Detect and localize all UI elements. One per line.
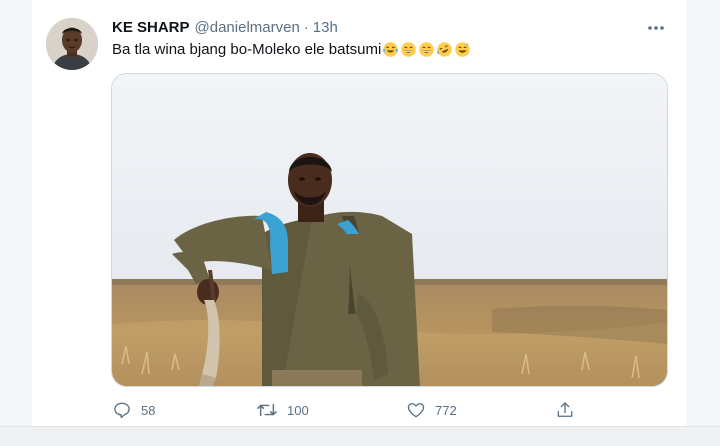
grinning-face-emoji-icon	[401, 42, 417, 57]
share-icon	[557, 402, 573, 417]
tweet-photo[interactable]	[111, 73, 668, 387]
retweet-count: 100	[287, 402, 309, 418]
face-with-tears-of-joy-emoji-icon	[383, 42, 399, 57]
tweet-header: KE SHARP @danielmarven · 13h	[112, 19, 338, 36]
tweet-timestamp[interactable]: 13h	[313, 19, 338, 36]
tweet-text-content: Ba tla wina bjang bo-Moleko ele batsumi	[112, 41, 382, 58]
reply-button[interactable]: 58	[112, 396, 155, 424]
retweet-icon	[257, 403, 277, 417]
reply-icon	[114, 402, 130, 419]
like-button[interactable]: 772	[406, 396, 457, 424]
author-handle[interactable]: @danielmarven	[195, 19, 300, 36]
page-background-right	[686, 0, 720, 446]
more-options-icon[interactable]	[644, 16, 668, 40]
tweet-text: Ba tla wina bjang bo-Moleko ele batsumi	[112, 41, 471, 58]
tweet-actions: 58 100 772	[112, 396, 582, 424]
heart-icon	[407, 403, 425, 418]
grinning-face-with-sweat-emoji-icon	[455, 42, 471, 57]
tweet-card[interactable]: KE SHARP @danielmarven · 13h Ba tla wina…	[32, 0, 686, 426]
author-name[interactable]: KE SHARP	[112, 19, 190, 36]
retweet-button[interactable]: 100	[256, 396, 309, 424]
like-count: 772	[435, 402, 457, 418]
share-button[interactable]	[555, 396, 575, 424]
grinning-face-emoji-icon	[419, 42, 435, 57]
next-tweet-divider	[0, 426, 720, 446]
page-background-left	[0, 0, 32, 446]
avatar[interactable]	[46, 18, 98, 70]
reply-count: 58	[141, 402, 156, 418]
separator-dot: ·	[303, 19, 309, 36]
rolling-on-the-floor-laughing-emoji-icon	[437, 42, 453, 57]
